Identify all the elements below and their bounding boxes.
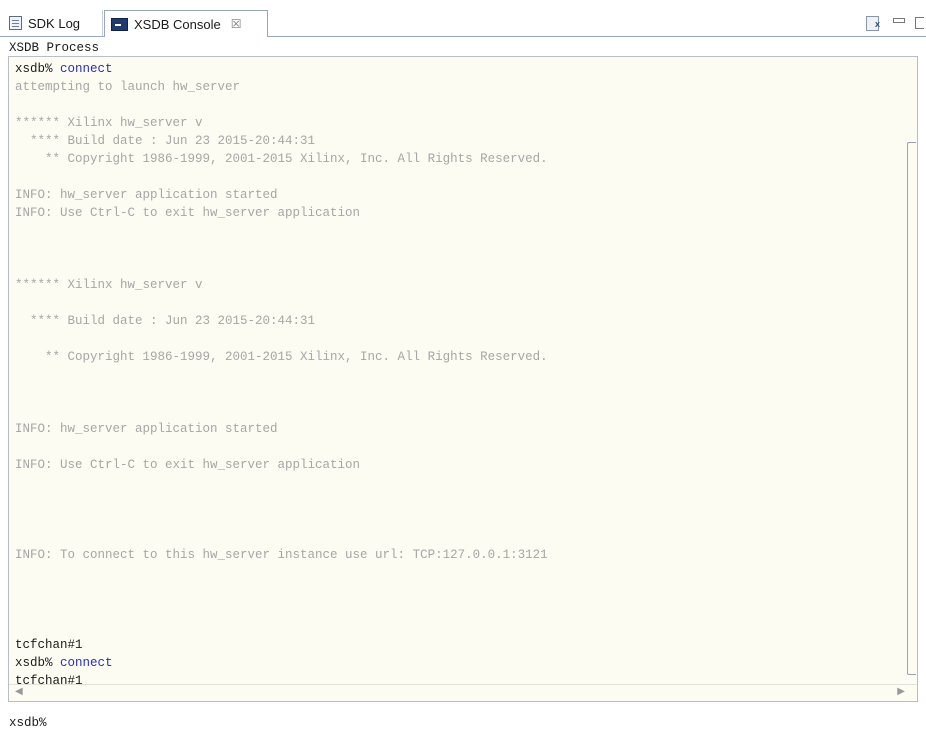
console-line: INFO: Use Ctrl-C to exit hw_server appli… — [15, 456, 897, 474]
scroll-left-icon[interactable]: ◀ — [15, 686, 23, 697]
pin-console-icon[interactable] — [865, 15, 883, 31]
tab-xsdb-console[interactable]: XSDB Console ☒ — [104, 10, 268, 37]
console-line: ** Copyright 1986-1999, 2001-2015 Xilinx… — [15, 150, 897, 168]
console-output[interactable]: xsdb% connect attempting to launch hw_ser… — [8, 56, 918, 702]
console-line: INFO: To connect to this hw_server insta… — [15, 546, 897, 564]
console-text: INFO: Use Ctrl-C to exit hw_server appli… — [15, 458, 361, 472]
process-label: XSDB Process — [9, 41, 100, 55]
tab-sdk-log-label: SDK Log — [28, 15, 81, 31]
console-line: **** Build date : Jun 23 2015-20:44:31 — [15, 312, 897, 330]
console-line: INFO: Use Ctrl-C to exit hw_server appli… — [15, 204, 897, 222]
console-text: attempting to launch hw_server — [15, 80, 241, 94]
console-text: INFO: Use Ctrl-C to exit hw_server appli… — [15, 206, 361, 220]
console-text: xsdb% — [15, 656, 61, 670]
console-line: **** Build date : Jun 23 2015-20:44:31 — [15, 132, 897, 150]
console-line: INFO: hw_server application started — [15, 420, 897, 438]
console-icon — [111, 17, 128, 31]
console-line: ** Copyright 1986-1999, 2001-2015 Xilinx… — [15, 348, 897, 366]
console-text: INFO: To connect to this hw_server insta… — [15, 548, 548, 562]
console-command: connect — [60, 62, 113, 76]
console-command: connect — [60, 656, 113, 670]
command-prompt[interactable]: xsdb% — [9, 716, 47, 730]
console-line: tcfchan#1 — [15, 636, 897, 654]
view-toolbar — [865, 12, 926, 34]
console-line: attempting to launch hw_server — [15, 78, 897, 96]
log-icon — [9, 16, 22, 30]
tab-sdk-log[interactable]: SDK Log — [0, 10, 103, 36]
console-line: xsdb% connect — [15, 654, 897, 672]
console-text: **** Build date : Jun 23 2015-20:44:31 — [15, 314, 316, 328]
vertical-scrollbar[interactable] — [905, 57, 917, 685]
console-text: **** Build date : Jun 23 2015-20:44:31 — [15, 134, 316, 148]
console-text: tcfchan#1 — [15, 638, 83, 652]
console-text: ****** Xilinx hw_server v — [15, 116, 203, 130]
console-line: ****** Xilinx hw_server v — [15, 114, 897, 132]
console-line: xsdb% connect — [15, 60, 897, 78]
console-text: INFO: hw_server application started — [15, 422, 278, 436]
tab-xsdb-console-label: XSDB Console — [134, 16, 221, 32]
console-text: xsdb% — [15, 62, 61, 76]
close-tab-icon[interactable]: ☒ — [231, 17, 242, 31]
console-line: INFO: hw_server application started — [15, 186, 897, 204]
console-lines: xsdb% connect attempting to launch hw_ser… — [15, 60, 897, 701]
console-text: ** Copyright 1986-1999, 2001-2015 Xilinx… — [15, 152, 548, 166]
horizontal-scrollbar[interactable]: ◀ ▶ — [9, 684, 917, 701]
scroll-right-icon[interactable]: ▶ — [897, 686, 905, 697]
console-text: ** Copyright 1986-1999, 2001-2015 Xilinx… — [15, 350, 548, 364]
maximize-icon[interactable] — [915, 17, 924, 29]
console-tab-bar: SDK Log XSDB Console ☒ — [0, 10, 926, 37]
console-text: ****** Xilinx hw_server v — [15, 278, 203, 292]
vertical-scroll-thumb[interactable] — [907, 142, 916, 675]
minimize-icon[interactable] — [893, 17, 905, 23]
console-text: INFO: hw_server application started — [15, 188, 278, 202]
console-line: ****** Xilinx hw_server v — [15, 276, 897, 294]
